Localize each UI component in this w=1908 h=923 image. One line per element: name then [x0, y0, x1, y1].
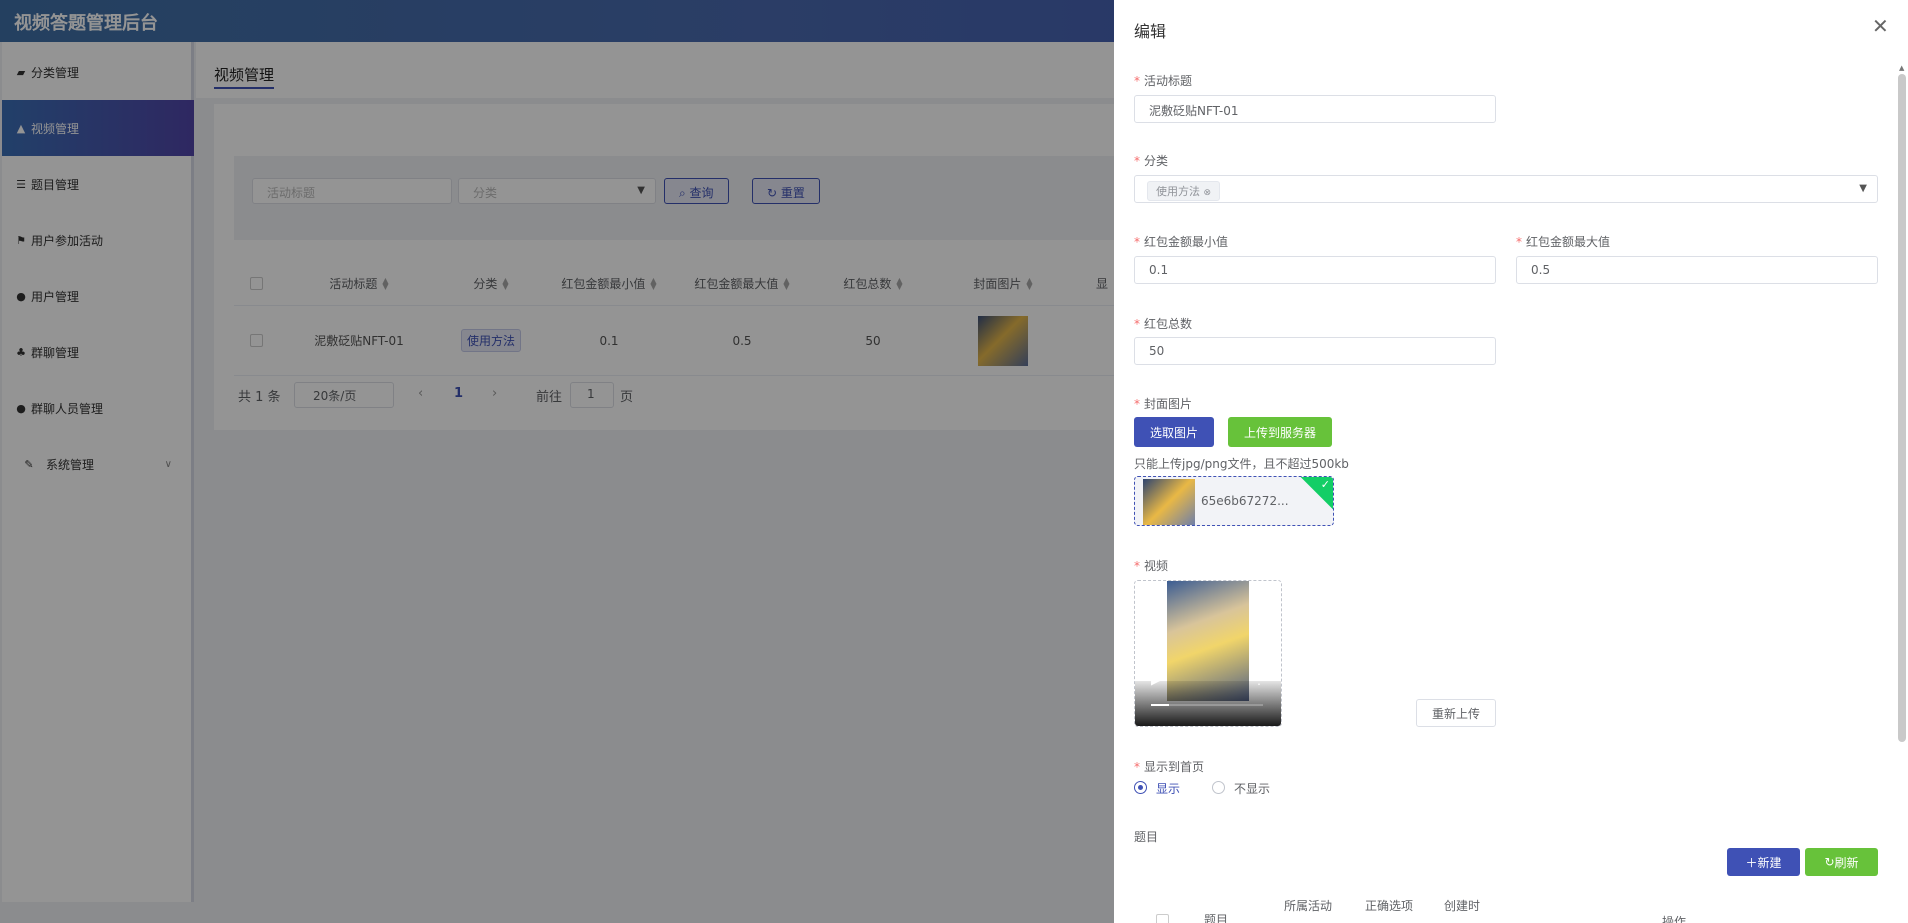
radio-show[interactable] [1134, 781, 1147, 794]
radio-show-label[interactable]: 显示 [1156, 780, 1180, 797]
uploaded-file-card[interactable]: 65e6b67272... ✓ [1134, 476, 1334, 526]
radio-hide[interactable] [1212, 781, 1225, 794]
min-amount-label: * 红包金额最小值 [1134, 235, 1229, 249]
modal-overlay[interactable] [0, 0, 1114, 923]
activity-title-label: * 活动标题 [1134, 74, 1193, 88]
plus-icon: ＋ [1745, 855, 1758, 870]
category-multiselect[interactable]: 使用方法 ⊗ ▼ [1134, 175, 1878, 203]
questions-label: 题目 [1134, 830, 1159, 844]
video-player[interactable]: ▶ ⋮ [1134, 580, 1282, 727]
video-label: * 视频 [1134, 559, 1169, 573]
play-icon[interactable]: ▶ [1151, 673, 1160, 687]
edit-drawer: 编辑 ✕ * 活动标题 泥敷砭贴NFT-01 * 分类 使用方法 ⊗ ▼ * 红包金额… [1114, 0, 1908, 923]
total-input[interactable]: 50 [1134, 337, 1496, 365]
sub-th-question[interactable]: 题目 [1204, 911, 1228, 923]
new-question-button[interactable]: ＋ 新建 [1727, 848, 1800, 876]
select-image-button[interactable]: 选取图片 [1134, 417, 1214, 447]
caret-down-icon: ▼ [1859, 183, 1867, 194]
close-icon[interactable]: ✕ [1872, 14, 1889, 38]
chip-close-icon[interactable]: ⊗ [1204, 188, 1212, 198]
category-label: * 分类 [1134, 154, 1169, 168]
total-label: * 红包总数 [1134, 317, 1193, 331]
scroll-up-icon[interactable]: ▲ [1899, 64, 1904, 72]
min-amount-input[interactable]: 0.1 [1134, 256, 1496, 284]
upload-hint: 只能上传jpg/png文件，且不超过500kb [1134, 457, 1349, 471]
max-amount-label: * 红包金额最大值 [1516, 235, 1611, 249]
sub-th-action: 操作 [1662, 915, 1687, 923]
drawer-scrollbar[interactable] [1898, 74, 1906, 742]
upload-to-server-button[interactable]: 上传到服务器 [1228, 417, 1332, 447]
drawer-title: 编辑 [1134, 22, 1167, 41]
refresh-icon: ↻ [1824, 855, 1835, 869]
file-thumbnail [1143, 479, 1195, 525]
show-home-label: * 显示到首页 [1134, 760, 1205, 774]
more-vertical-icon[interactable]: ⋮ [1253, 673, 1265, 687]
reupload-button[interactable]: 重新上传 [1416, 699, 1496, 727]
check-icon: ✓ [1320, 478, 1330, 491]
max-amount-input[interactable]: 0.5 [1516, 256, 1878, 284]
cover-label: * 封面图片 [1134, 397, 1193, 411]
sub-select-all-checkbox[interactable] [1156, 914, 1169, 923]
sub-th-correct[interactable]: 正确选项 [1365, 897, 1413, 914]
sub-th-activity[interactable]: 所属活动 [1284, 897, 1332, 914]
radio-hide-label[interactable]: 不显示 [1234, 780, 1270, 797]
file-name: 65e6b67272... [1201, 494, 1289, 508]
activity-title-input[interactable]: 泥敷砭贴NFT-01 [1134, 95, 1496, 123]
refresh-button[interactable]: ↻ 刷新 [1805, 848, 1878, 876]
video-progress-track[interactable] [1151, 704, 1263, 706]
category-chip: 使用方法 ⊗ [1147, 181, 1221, 201]
sub-th-created[interactable]: 创建时 [1444, 897, 1480, 914]
